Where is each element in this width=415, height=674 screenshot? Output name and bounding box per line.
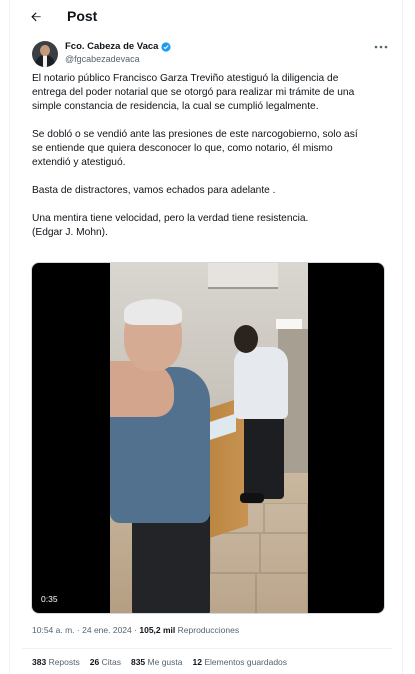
- post-date[interactable]: 24 ene. 2024: [82, 625, 132, 635]
- reposts-label: Reposts: [48, 657, 80, 667]
- right-column-border: [402, 0, 415, 674]
- views-label: Reproducciones: [177, 625, 240, 635]
- meta-separator: ·: [76, 625, 80, 635]
- arrow-left-icon: [31, 12, 41, 22]
- author-name-row[interactable]: Fco. Cabeza de Vaca: [65, 41, 172, 52]
- divider: [22, 648, 392, 649]
- avatar[interactable]: [32, 41, 58, 67]
- quotes-count: 26: [89, 657, 100, 667]
- likes-label: Me gusta: [147, 657, 183, 667]
- video-duration: 0:35: [41, 594, 58, 604]
- back-button[interactable]: [24, 5, 48, 29]
- page-title: Post: [67, 8, 98, 24]
- tweet-line: El notario público Francisco Garza Trevi…: [32, 73, 339, 84]
- tweet-line: (Edgar J. Mohn).: [32, 227, 108, 238]
- views-count: 105,2 mil: [139, 625, 176, 635]
- more-button[interactable]: [372, 40, 390, 54]
- tweet-line: extendió y atestiguó.: [32, 157, 126, 168]
- tweet-line: se entiende que quiera desconocer lo que…: [32, 143, 333, 154]
- tweet-line: entrega del poder notarial que se otorgó…: [32, 87, 355, 98]
- verified-badge-icon: [161, 41, 172, 52]
- post-meta: 10:54 a. m. · 24 ene. 2024 · 105,2 mil R…: [32, 625, 239, 635]
- post-time[interactable]: 10:54 a. m.: [32, 625, 75, 635]
- bookmarks-label: Elementos guardados: [204, 657, 288, 667]
- tweet-line: Una mentira tiene velocidad, pero la ver…: [32, 213, 309, 224]
- reposts-count: 383: [32, 657, 47, 667]
- bookmarks-count: 12: [192, 657, 202, 667]
- left-column-border: [0, 0, 10, 674]
- engagement-stats: 383 Reposts 26 Citas 835 Me gusta 12 Ele…: [32, 657, 287, 667]
- reposts-stat[interactable]: 383 Reposts: [32, 657, 80, 667]
- tweet-line: Se dobló o se vendió ante las presiones …: [32, 129, 358, 140]
- author-name[interactable]: Fco. Cabeza de Vaca: [65, 41, 158, 52]
- quotes-label: Citas: [101, 657, 121, 667]
- post-header: Post: [10, 0, 402, 34]
- video-frame[interactable]: [110, 263, 308, 613]
- bookmarks-stat[interactable]: 12 Elementos guardados: [193, 657, 288, 667]
- tweet-line: Basta de distractores, vamos echados par…: [32, 185, 276, 196]
- author-handle[interactable]: @fgcabezadevaca: [65, 54, 140, 64]
- author-row: Fco. Cabeza de Vaca @fgcabezadevaca: [10, 34, 402, 74]
- more-horizontal-icon: [374, 45, 388, 49]
- tweet-text: El notario público Francisco Garza Trevi…: [32, 72, 392, 240]
- meta-separator: ·: [134, 625, 137, 635]
- likes-count: 835: [130, 657, 146, 667]
- video-player[interactable]: 0:35: [31, 262, 385, 614]
- quotes-stat[interactable]: 26 Citas: [90, 657, 121, 667]
- tweet-line: simple constancia de residencia, la cual…: [32, 101, 319, 112]
- likes-stat[interactable]: 835 Me gusta: [131, 657, 183, 667]
